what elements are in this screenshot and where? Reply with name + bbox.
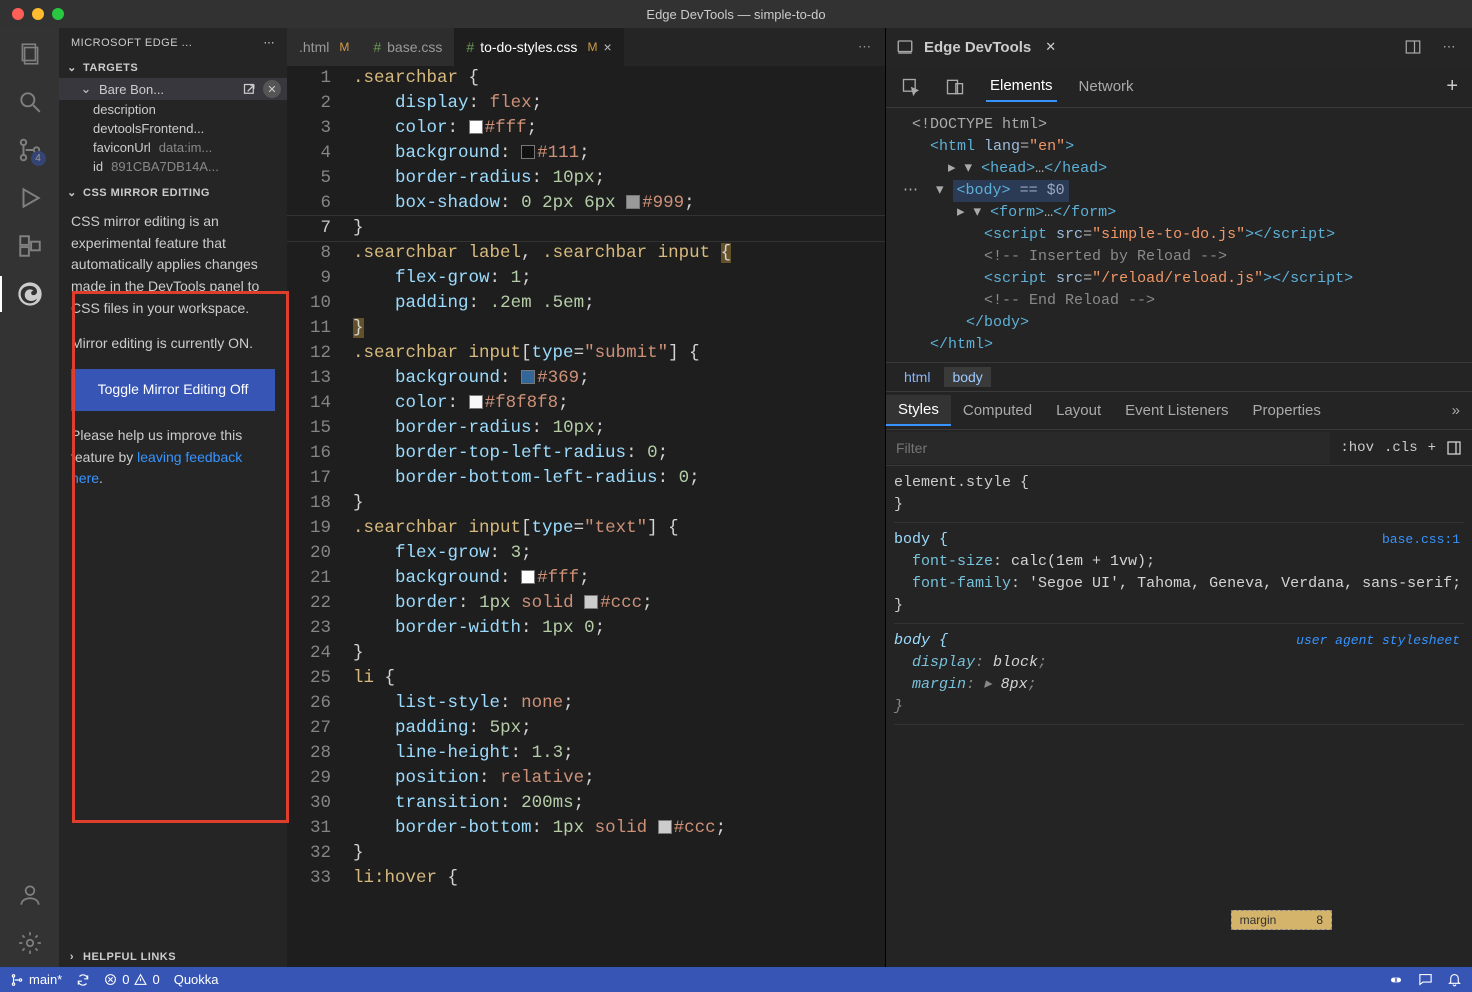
traffic-lights <box>0 8 64 20</box>
editor-pane: .htmlM #base.css #to-do-styles.cssM× ⋯ 1… <box>287 28 885 967</box>
errors-button[interactable]: 0 0 <box>104 972 159 987</box>
mirror-section[interactable]: ⌄CSS MIRROR EDITING <box>59 182 287 203</box>
close-window-icon[interactable] <box>12 8 24 20</box>
activity-bar: 4 <box>0 28 59 967</box>
close-icon[interactable]: × <box>603 39 611 55</box>
devtools-title: Edge DevTools <box>924 39 1031 56</box>
inspect-icon[interactable] <box>898 74 924 100</box>
cls-button[interactable]: .cls <box>1384 440 1418 456</box>
tab-styles-css[interactable]: #to-do-styles.cssM× <box>454 28 623 66</box>
gutter: 1234567891011121314151617181920212223242… <box>287 66 353 967</box>
chevron-right-icon: › <box>65 951 79 963</box>
device-icon[interactable] <box>942 74 968 100</box>
tab-styles[interactable]: Styles <box>886 395 951 426</box>
minimize-window-icon[interactable] <box>32 8 44 20</box>
scm-badge: 4 <box>31 151 46 166</box>
code-editor[interactable]: 1234567891011121314151617181920212223242… <box>287 66 885 967</box>
edge-devtools-icon[interactable] <box>16 280 44 308</box>
devtools-tabs: Elements Network + <box>886 66 1472 108</box>
code-lines[interactable]: .searchbar { display: flex; color: #fff;… <box>353 66 885 967</box>
editor-tabs: .htmlM #base.css #to-do-styles.cssM× ⋯ <box>287 28 885 66</box>
box-model: margin8 <box>1231 910 1332 930</box>
styles-pane[interactable]: element.style { } base.css:1 body { font… <box>886 466 1472 967</box>
window-title: Edge DevTools — simple-to-do <box>646 7 825 22</box>
tab-base-css[interactable]: #base.css <box>361 28 454 66</box>
explorer-icon[interactable] <box>16 40 44 68</box>
source-link[interactable]: base.css:1 <box>1382 529 1460 551</box>
source-control-icon[interactable]: 4 <box>16 136 44 164</box>
target-item-id[interactable]: id891CBA7DB14A... <box>59 157 287 176</box>
mirror-para1: CSS mirror editing is an experimental fe… <box>71 211 275 319</box>
chevron-down-icon: ⌄ <box>79 81 93 97</box>
chevron-right-icon[interactable]: » <box>1440 396 1472 425</box>
crumb-html[interactable]: html <box>896 367 938 387</box>
open-external-icon[interactable] <box>242 82 257 97</box>
tab-elements[interactable]: Elements <box>986 71 1057 102</box>
tab-html[interactable]: .htmlM <box>287 28 361 66</box>
bell-icon[interactable] <box>1447 972 1462 987</box>
toggle-mirror-button[interactable]: Toggle Mirror Editing Off <box>71 369 275 411</box>
devtools-panel: Edge DevTools ✕ ⋯ Elements Network + <!D… <box>885 28 1472 967</box>
tab-properties[interactable]: Properties <box>1241 396 1333 425</box>
add-rule-icon[interactable]: + <box>1428 440 1436 456</box>
copilot-icon[interactable] <box>1388 972 1404 988</box>
mirror-para2: Mirror editing is currently ON. <box>71 333 275 355</box>
tab-listeners[interactable]: Event Listeners <box>1113 396 1240 425</box>
style-tabs: Styles Computed Layout Event Listeners P… <box>886 392 1472 430</box>
target-group[interactable]: ⌄ Bare Bon... ✕ <box>59 78 287 100</box>
dom-tree[interactable]: <!DOCTYPE html> <html lang="en"> ▸ ▾ <he… <box>886 108 1472 362</box>
more-icon[interactable]: ⋯ <box>1436 34 1462 60</box>
target-item-favicon[interactable]: faviconUrldata:im... <box>59 138 287 157</box>
gear-icon[interactable] <box>16 929 44 957</box>
run-debug-icon[interactable] <box>16 184 44 212</box>
target-item-description[interactable]: description <box>59 100 287 119</box>
sync-button[interactable] <box>76 973 90 987</box>
add-tab-icon[interactable]: + <box>1446 75 1458 98</box>
tab-layout[interactable]: Layout <box>1044 396 1113 425</box>
branch-button[interactable]: main* <box>10 972 62 987</box>
quokka-button[interactable]: Quokka <box>174 972 219 987</box>
titlebar: Edge DevTools — simple-to-do <box>0 0 1472 28</box>
chevron-down-icon: ⌄ <box>65 186 79 199</box>
panel-icon[interactable] <box>1446 440 1462 456</box>
tab-computed[interactable]: Computed <box>951 396 1044 425</box>
tab-overflow-icon[interactable]: ⋯ <box>844 28 885 66</box>
sidebar-title: MICROSOFT EDGE ... <box>71 37 192 49</box>
sidebar-more-icon[interactable]: ⋯ <box>264 36 276 49</box>
status-bar: main* 0 0 Quokka <box>0 967 1472 992</box>
mirror-help: Please help us improve this feature by l… <box>71 425 275 490</box>
helpful-links-section[interactable]: ›HELPFUL LINKS <box>59 947 287 967</box>
crumb-body[interactable]: body <box>944 367 990 387</box>
extensions-icon[interactable] <box>16 232 44 260</box>
close-icon[interactable]: ✕ <box>263 80 281 98</box>
account-icon[interactable] <box>16 881 44 909</box>
split-icon[interactable] <box>1400 34 1426 60</box>
target-item-frontend[interactable]: devtoolsFrontend... <box>59 119 287 138</box>
close-icon[interactable]: ✕ <box>1045 39 1056 55</box>
maximize-window-icon[interactable] <box>52 8 64 20</box>
screencast-icon[interactable] <box>896 38 914 56</box>
mirror-body: CSS mirror editing is an experimental fe… <box>59 203 287 947</box>
chevron-down-icon: ⌄ <box>65 61 79 74</box>
targets-section[interactable]: ⌄TARGETS <box>59 57 287 78</box>
hov-button[interactable]: :hov <box>1340 440 1374 456</box>
feedback-icon[interactable] <box>1418 972 1433 987</box>
sidebar: MICROSOFT EDGE ... ⋯ ⌄TARGETS ⌄ Bare Bon… <box>59 28 287 967</box>
tab-network[interactable]: Network <box>1075 72 1138 101</box>
styles-filter-input[interactable] <box>886 432 1330 464</box>
search-icon[interactable] <box>16 88 44 116</box>
breadcrumb: html body <box>886 362 1472 392</box>
